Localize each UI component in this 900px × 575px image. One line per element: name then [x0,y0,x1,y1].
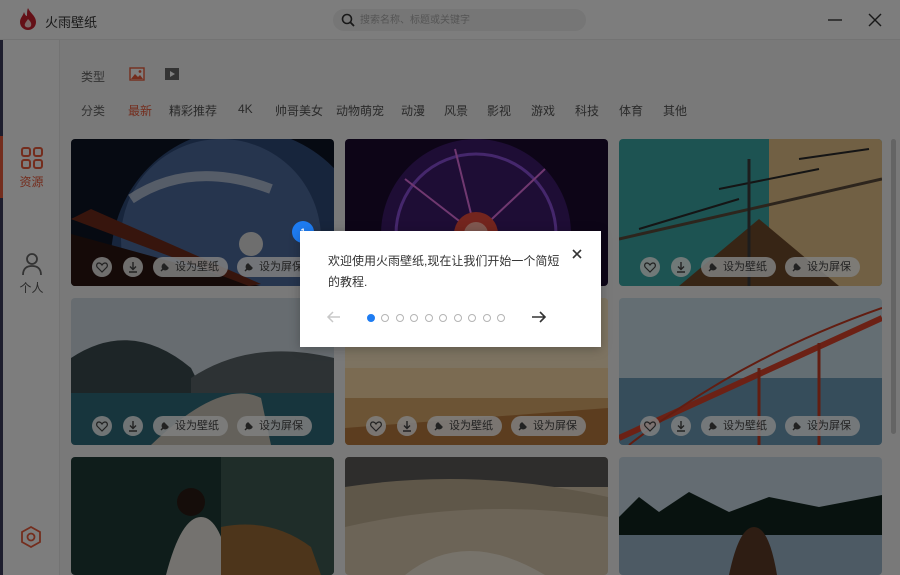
step-dot[interactable] [483,314,491,322]
tutorial-text: 欢迎使用火雨壁纸,现在让我们开始一个简短的教程. [328,254,560,289]
step-dot[interactable] [396,314,404,322]
arrow-left-icon [326,311,340,323]
step-dot[interactable] [439,314,447,322]
step-dot[interactable] [454,314,462,322]
step-dot[interactable] [381,314,389,322]
step-dot[interactable] [425,314,433,322]
tutorial-popup: 欢迎使用火雨壁纸,现在让我们开始一个简短的教程. [300,231,601,347]
step-dot[interactable] [367,314,375,322]
step-dot[interactable] [468,314,476,322]
step-dot[interactable] [410,314,418,322]
step-dot[interactable] [497,314,505,322]
close-icon[interactable] [569,246,585,262]
arrow-right-icon[interactable] [530,309,548,325]
